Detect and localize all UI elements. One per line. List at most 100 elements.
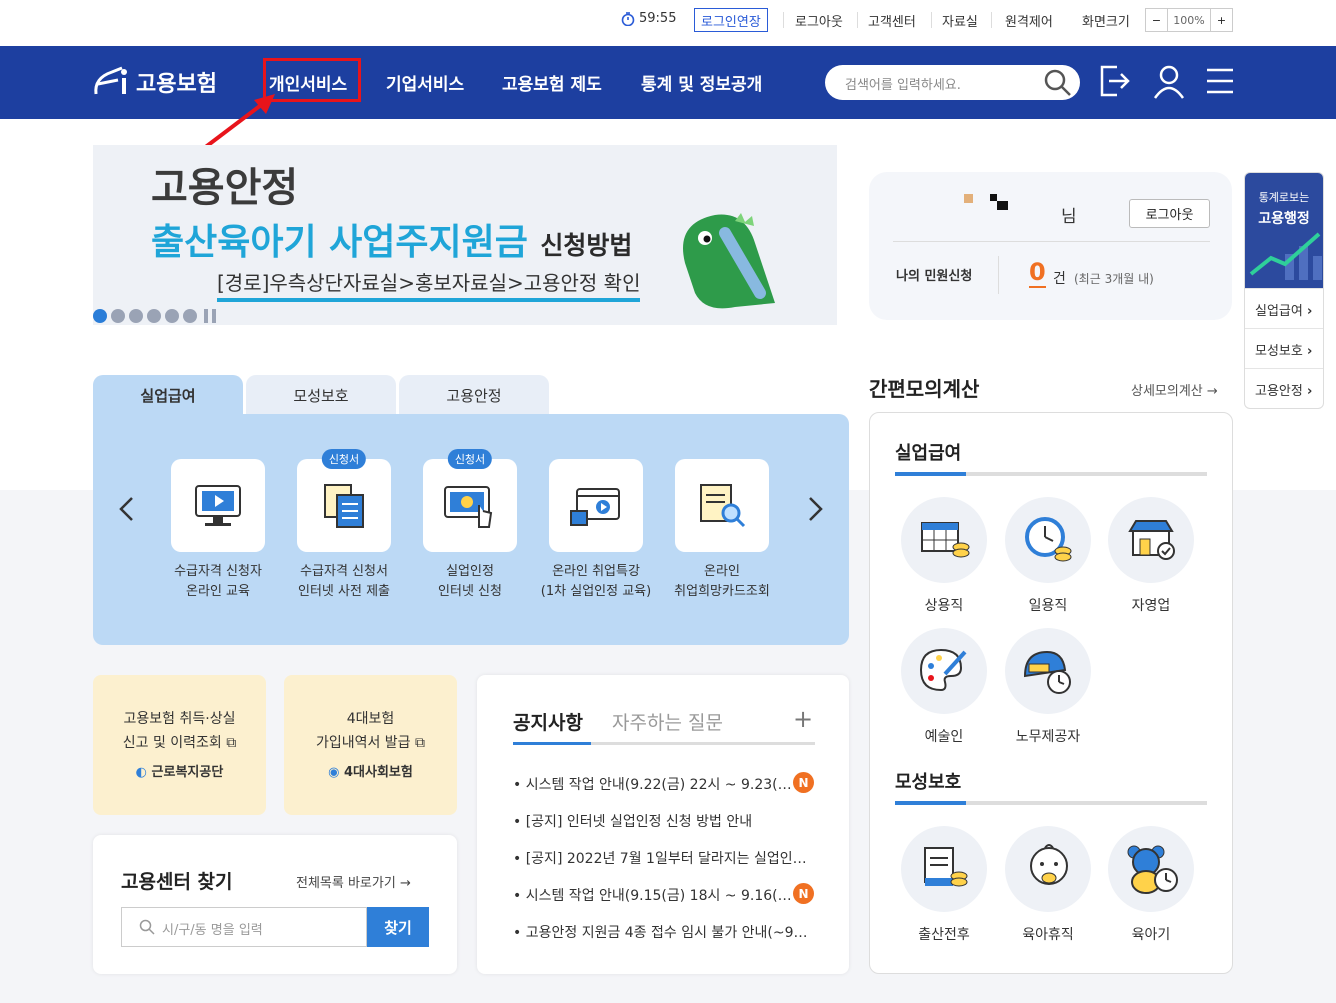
calc-daily-button[interactable]: [1005, 497, 1091, 583]
service-tabs: 실업급여 모성보호 고용안정: [93, 375, 549, 415]
notice-item[interactable]: • 고용안정 지원금 4종 접수 임시 불가 안내(~9…: [513, 922, 813, 942]
banner-pagination: [93, 308, 219, 324]
calc-parental-leave-button[interactable]: [1005, 826, 1091, 912]
search-icon[interactable]: [1043, 68, 1073, 98]
zoom-in-button[interactable]: +: [1210, 9, 1232, 31]
stats-banner[interactable]: 통계로보는 고용행정: [1245, 173, 1323, 288]
logout-button[interactable]: 로그아웃: [1129, 199, 1210, 228]
nav-business-service[interactable]: 기업서비스: [386, 70, 464, 95]
teddy-clock-icon: [1127, 845, 1178, 894]
document-search-icon: [700, 484, 746, 528]
service-pre-submit[interactable]: 신청서 수급자격 신청서 인터넷 사전 제출: [284, 449, 404, 602]
document-coins-icon: [924, 847, 968, 887]
store-icon: [1128, 520, 1175, 560]
request-count[interactable]: 0: [1029, 258, 1046, 288]
finder-search-button[interactable]: 찾기: [367, 907, 429, 947]
notice-item[interactable]: • [공지] 2022년 7월 1일부터 달라지는 실업인…: [513, 848, 813, 868]
calc-regular-button[interactable]: [901, 497, 987, 583]
calc-daily-label: 일용직: [1028, 598, 1068, 614]
calc-detail-link[interactable]: 상세모의계산 →: [1131, 380, 1218, 399]
logo-icon: [94, 66, 127, 95]
search-input[interactable]: 검색어를 입력하세요.: [825, 65, 1080, 100]
banner-subtitle: 출산육아기 사업주지원금 신청방법: [151, 222, 633, 263]
zoom-value: 100%: [1173, 13, 1205, 27]
customer-center-link[interactable]: 고객센터: [868, 11, 916, 30]
notice-item[interactable]: • [공지] 인터넷 실업인정 신청 방법 안내: [513, 811, 813, 831]
pagination-dot[interactable]: [93, 309, 107, 323]
service-hope-card[interactable]: 온라인 취업희망카드조회: [662, 459, 782, 602]
logout-link[interactable]: 로그아웃: [795, 11, 843, 30]
tab-faq[interactable]: 자주하는 질문: [612, 708, 723, 735]
pagination-dot[interactable]: [111, 309, 125, 323]
tab-stability[interactable]: 고용안정: [399, 375, 549, 415]
calc-selfemployed-button[interactable]: [1108, 497, 1194, 583]
service-online-education[interactable]: 수급자격 신청자 온라인 교육: [158, 459, 278, 602]
tab-unemployment[interactable]: 실업급여: [93, 375, 243, 415]
menu-icon[interactable]: [1206, 68, 1234, 94]
side-link-stability[interactable]: 고용안정 ›: [1245, 368, 1323, 408]
card-insurance-history[interactable]: 고용보험 취득·상실 신고 및 이력조회 ⧉ ◐ 근로복지공단: [93, 675, 266, 815]
pagination-dot[interactable]: [129, 309, 143, 323]
chevron-right-icon[interactable]: [807, 496, 825, 522]
dinosaur-mascot-icon: [683, 213, 775, 309]
pause-icon[interactable]: [201, 308, 219, 324]
calc-maternity-leave-label: 출산전후: [918, 927, 970, 943]
calc-childcare-button[interactable]: [1108, 826, 1194, 912]
calc-artist-label: 예술인: [924, 729, 964, 745]
notice-item[interactable]: • 시스템 작업 안내(9.15(금) 18시 ~ 9.16(…: [513, 885, 813, 905]
arrow-right-icon: →: [1206, 384, 1218, 399]
service-panel: 수급자격 신청자 온라인 교육 신청서 수급자격 신청서 인터넷 사전 제출 신청서…: [93, 414, 849, 645]
user-icon[interactable]: [1152, 64, 1186, 100]
logout-icon[interactable]: [1099, 64, 1131, 98]
calc-childcare-label: 육아기: [1131, 927, 1171, 943]
calc-laborer-label: 노무제공자: [1015, 729, 1081, 745]
card-4-insurance[interactable]: 4대보험 가입내역서 발급 ⧉ ◉ 4대사회보험: [284, 675, 457, 815]
calc-regular-label: 상용직: [924, 598, 964, 614]
session-timer: 59:55: [621, 11, 676, 26]
finder-all-link[interactable]: 전체목록 바로가기 →: [296, 872, 411, 891]
pagination-dot[interactable]: [147, 309, 161, 323]
chevron-left-icon[interactable]: [117, 496, 135, 522]
side-link-maternity[interactable]: 모성보호 ›: [1245, 328, 1323, 368]
document-icon: [324, 484, 364, 528]
calendar-coins-icon: [921, 522, 970, 558]
screen-size-label: 화면크기: [1082, 15, 1130, 30]
service-online-lecture[interactable]: 온라인 취업특강 (1차 실업인정 교육): [536, 459, 656, 602]
org-logo-icon: ◉: [328, 765, 340, 780]
finder-title: 고용센터 찾기: [121, 871, 233, 893]
promo-banner[interactable]: 고용안정 출산육아기 사업주지원금 신청방법 [경로]우측상단자료실>홍보자료실…: [93, 145, 837, 325]
nav-statistics[interactable]: 통계 및 정보공개: [641, 70, 762, 95]
calc-panel: 실업급여 상용직 일용직 자영업 예술인 노무제공자 모성보호 출산전후 육아휴…: [869, 412, 1233, 974]
video-window-icon: [570, 488, 620, 526]
org-name: 4대사회보험: [344, 765, 413, 780]
banner-title: 고용안정: [151, 165, 299, 211]
application-badge: 신청서: [447, 449, 493, 469]
calc-artist-button[interactable]: [901, 628, 987, 714]
calc-laborer-button[interactable]: [1005, 628, 1091, 714]
user-panel: [869, 172, 1232, 320]
archive-link[interactable]: 자료실: [942, 11, 978, 30]
service-unemployment-recognition[interactable]: 신청서 실업인정 인터넷 신청: [410, 449, 530, 602]
zoom-out-button[interactable]: −: [1146, 9, 1168, 31]
palette-icon: [919, 648, 967, 692]
calc-parental-leave-label: 육아휴직: [1022, 927, 1074, 943]
pagination-dot[interactable]: [183, 309, 197, 323]
nav-insurance-system[interactable]: 고용보험 제도: [502, 70, 602, 95]
user-name-mask: [964, 194, 973, 203]
tab-maternity[interactable]: 모성보호: [246, 375, 396, 415]
calc-title: 간편모의계산: [869, 377, 980, 401]
more-plus-button[interactable]: +: [793, 705, 813, 733]
search-icon: [139, 919, 155, 935]
calc-maternity-leave-button[interactable]: [901, 826, 987, 912]
finder-search-input[interactable]: 시/구/동 명을 입력: [121, 907, 367, 947]
remote-control-link[interactable]: 원격제어: [1005, 11, 1053, 30]
external-link-icon: ⧉: [226, 735, 237, 751]
user-name-mask: [990, 194, 997, 201]
side-link-unemployment[interactable]: 실업급여 ›: [1245, 288, 1323, 328]
pagination-dot[interactable]: [165, 309, 179, 323]
extend-login-button[interactable]: 로그인연장: [694, 8, 768, 32]
org-logo-icon: ◐: [135, 765, 148, 780]
notice-item[interactable]: • 시스템 작업 안내(9.22(금) 22시 ~ 9.23(…: [513, 774, 813, 794]
tab-notices[interactable]: 공지사항: [513, 708, 583, 735]
arrow-right-icon: →: [399, 876, 411, 891]
